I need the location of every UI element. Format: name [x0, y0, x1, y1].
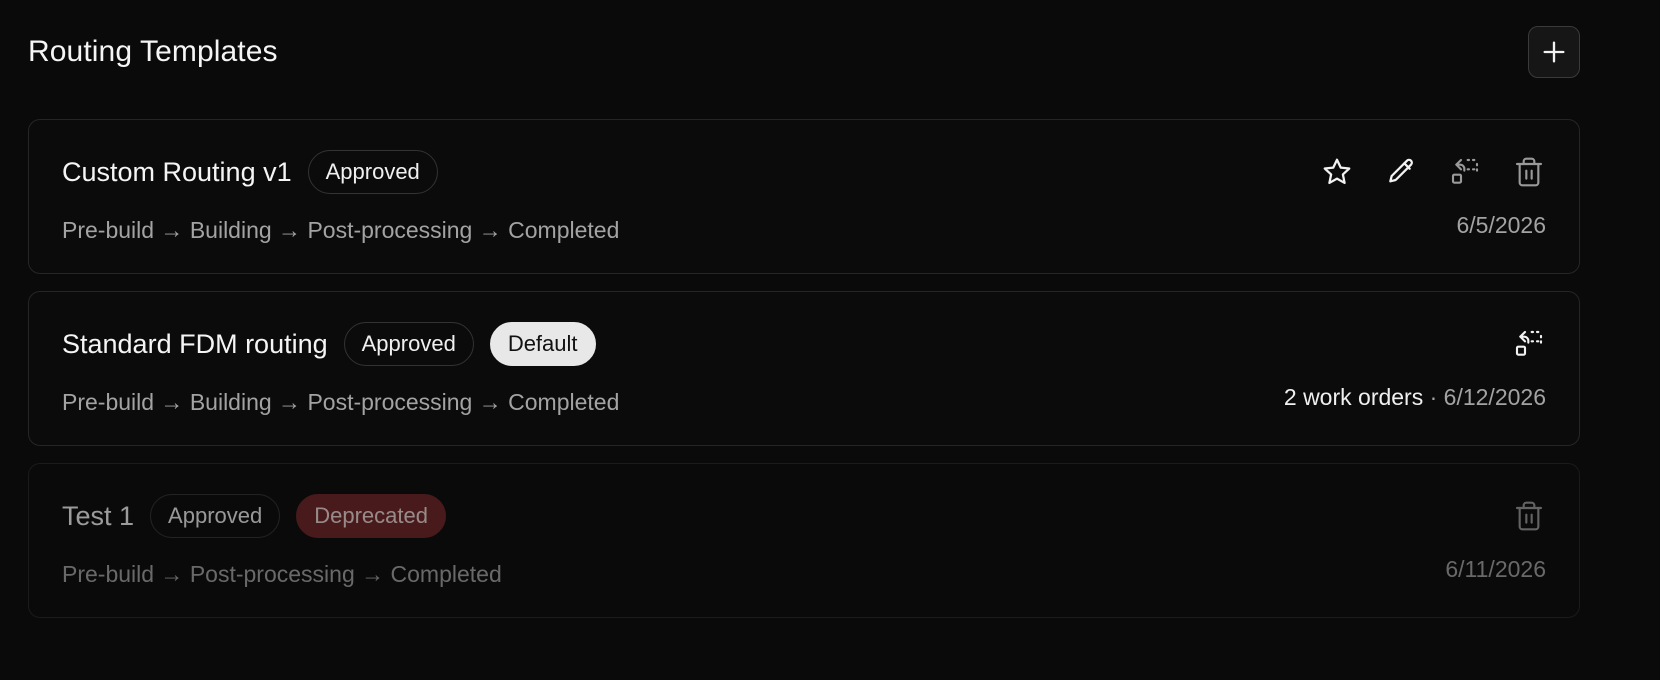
template-title-row: Custom Routing v1 Approved	[62, 150, 454, 194]
template-date: 6/11/2026	[1445, 556, 1546, 582]
template-name: Test 1	[62, 500, 135, 531]
template-actions	[1317, 150, 1549, 194]
template-name: Custom Routing v1	[62, 156, 292, 187]
template-title-row: Standard FDM routing Approved Default	[62, 322, 612, 366]
pencil-icon	[1389, 158, 1413, 183]
convert-button[interactable]	[1509, 324, 1549, 364]
status-badge: Approved	[343, 322, 474, 366]
trash-icon	[1515, 157, 1543, 187]
status-badge: Approved	[150, 494, 281, 538]
convert-icon	[1515, 330, 1543, 356]
template-date: 6/5/2026	[1456, 212, 1546, 238]
trash-icon	[1515, 501, 1543, 531]
page-title: Routing Templates	[28, 35, 278, 68]
template-steps: Pre-build → Post-processing → Completed	[62, 561, 502, 587]
template-title-row: Test 1 Approved Deprecated	[62, 494, 462, 538]
template-steps: Pre-build → Building → Post-processing →…	[62, 217, 620, 243]
routing-templates-page: Routing Templates Custom Routing v1 Appr…	[0, 0, 1660, 680]
star-icon	[1323, 158, 1351, 185]
plus-icon	[1543, 41, 1565, 63]
template-date: 6/12/2026	[1443, 384, 1546, 410]
convert-icon	[1451, 158, 1479, 184]
set-default-button[interactable]	[1317, 152, 1357, 192]
delete-button[interactable]	[1509, 152, 1549, 192]
default-badge: Default	[489, 322, 596, 366]
template-card[interactable]: Custom Routing v1 Approved Pre-build → B…	[28, 119, 1580, 274]
delete-button[interactable]	[1509, 496, 1549, 536]
add-template-button[interactable]	[1528, 26, 1580, 78]
template-card[interactable]: Test 1 Approved Deprecated Pre-build → P…	[28, 463, 1580, 618]
deprecated-badge: Deprecated	[296, 494, 446, 538]
template-actions	[1509, 322, 1549, 366]
template-card[interactable]: Standard FDM routing Approved Default Pr…	[28, 291, 1580, 446]
template-steps: Pre-build → Building → Post-processing →…	[62, 389, 620, 415]
edit-button[interactable]	[1381, 152, 1421, 192]
template-meta: 2 work orders · 6/12/2026	[1284, 384, 1546, 411]
meta-separator: ·	[1423, 384, 1444, 410]
header: Routing Templates	[28, 26, 1580, 78]
status-badge: Approved	[307, 150, 438, 194]
work-orders-count: 2 work orders	[1283, 384, 1424, 410]
template-name: Standard FDM routing	[62, 328, 328, 359]
convert-button[interactable]	[1445, 152, 1485, 192]
template-actions	[1509, 494, 1549, 538]
